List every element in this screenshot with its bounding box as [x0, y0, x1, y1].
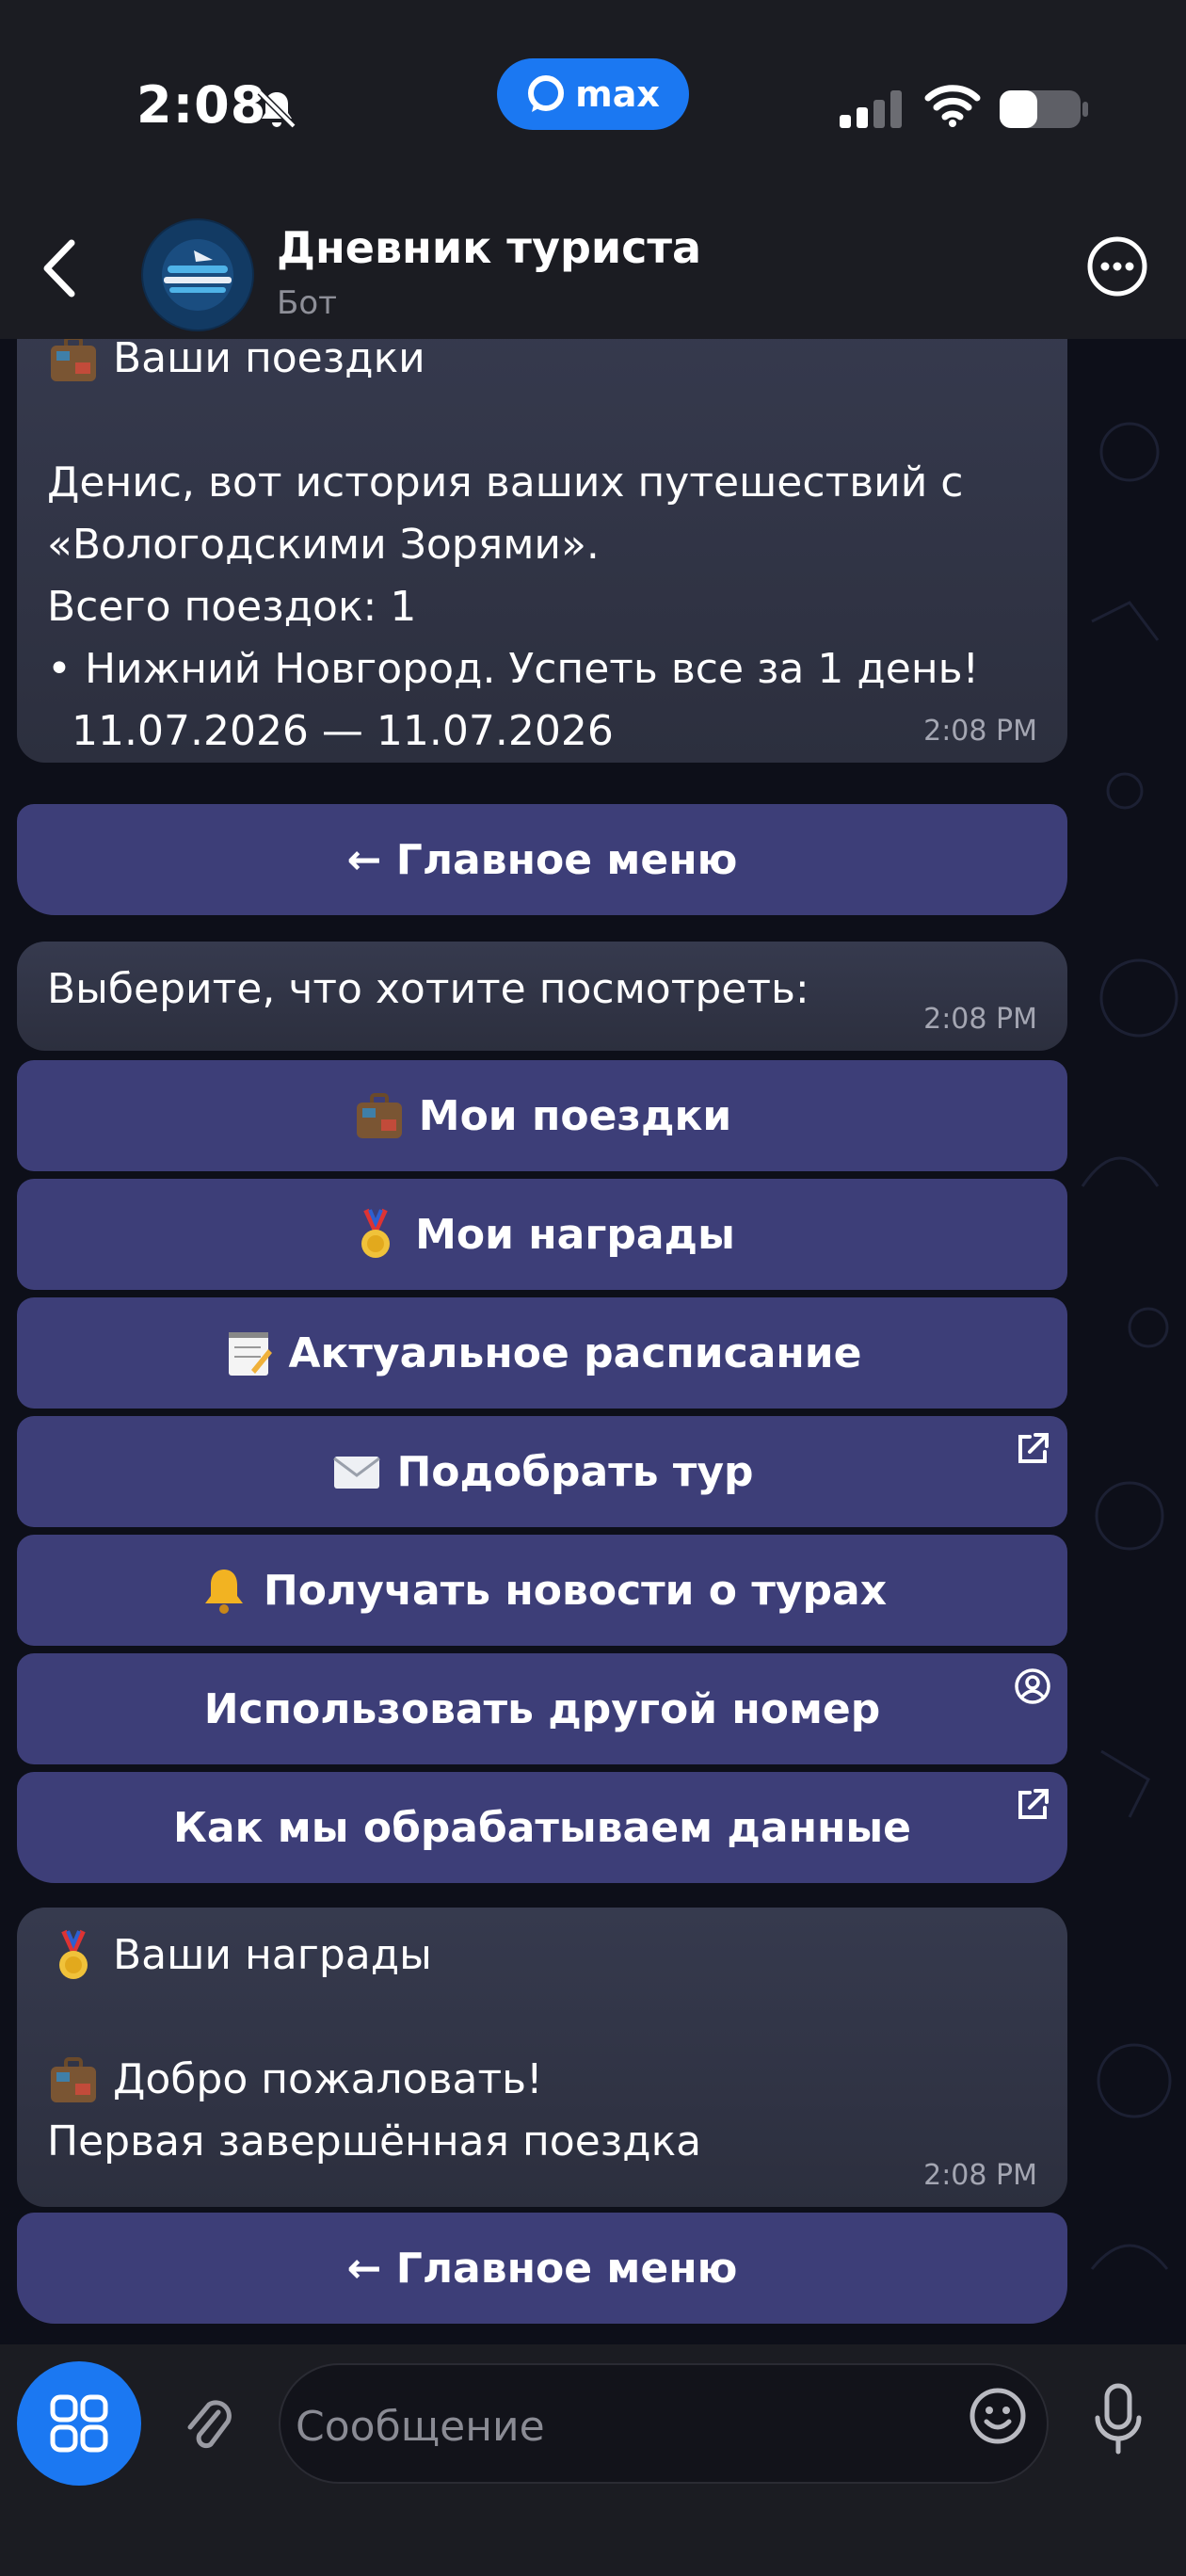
suitcase-icon	[51, 339, 96, 381]
message-text: Выберите, что хотите посмотреть:	[47, 965, 809, 1013]
max-logo-icon	[528, 75, 565, 112]
medal-icon	[361, 1208, 391, 1258]
back-arrow-icon[interactable]	[34, 235, 83, 301]
more-options-icon[interactable]	[1086, 235, 1148, 298]
status-time: 2:08	[136, 75, 267, 135]
notepad-icon	[228, 1332, 272, 1376]
message-bubble-awards: Ваши награды Добро пожаловать! Первая за…	[17, 1908, 1067, 2207]
suitcase-icon	[356, 1093, 402, 1138]
max-app-label: max	[575, 73, 660, 115]
tour-news-button[interactable]: Получать новости о турах	[17, 1535, 1067, 1646]
message-heading: Ваши поездки	[113, 339, 425, 382]
my-awards-label: Мои награды	[415, 1210, 735, 1259]
microphone-icon[interactable]	[1090, 2382, 1146, 2457]
award-description: Первая завершённая поездка	[47, 2117, 702, 2165]
award-title: Добро пожаловать!	[113, 2055, 543, 2103]
message-heading: Ваши награды	[113, 1931, 432, 1979]
data-processing-label: Как мы обрабатываем данные	[172, 1803, 912, 1852]
envelope-icon	[333, 1457, 381, 1489]
battery-icon	[1000, 90, 1088, 128]
message-input-placeholder: Сообщение	[296, 2403, 545, 2451]
external-link-icon	[1018, 1433, 1049, 1463]
chat-title: Дневник туриста	[277, 222, 702, 273]
schedule-label: Актуальное расписание	[288, 1328, 862, 1377]
message-composer: Сообщение	[0, 2344, 1186, 2576]
medal-icon	[59, 1929, 88, 1979]
tour-news-label: Получать новости о турах	[263, 1566, 888, 1615]
external-link-icon	[1018, 1789, 1049, 1819]
wifi-icon	[924, 85, 981, 127]
message-line: Денис, вот история ваших путешествий с	[47, 459, 964, 507]
attach-clip-icon[interactable]	[181, 2391, 237, 2457]
other-number-label: Использовать другой номер	[203, 1684, 881, 1733]
bell-off-icon	[257, 89, 296, 129]
other-number-button[interactable]: Использовать другой номер	[17, 1653, 1067, 1764]
suitcase-icon	[51, 2057, 96, 2102]
my-awards-button[interactable]: Мои награды	[17, 1179, 1067, 1290]
my-trips-label: Мои поездки	[418, 1091, 732, 1140]
main-menu-label: ← Главное меню	[346, 2244, 738, 2293]
message-time: 2:08 PM	[923, 715, 1037, 748]
chat-area[interactable]: Ваши поездки Денис, вот история ваших пу…	[0, 339, 1186, 2344]
message-time: 2:08 PM	[923, 1003, 1037, 1036]
bot-avatar[interactable]	[141, 218, 254, 331]
chat-subtitle: Бот	[277, 284, 337, 322]
main-menu-button[interactable]: ← Главное меню	[17, 2213, 1067, 2324]
message-line: Всего поездок: 1	[47, 583, 417, 631]
contact-icon	[1015, 1668, 1050, 1704]
message-line: • Нижний Новгород. Успеть все за 1 день!	[47, 645, 980, 693]
signal-icon	[840, 90, 902, 128]
schedule-button[interactable]: Актуальное расписание	[17, 1297, 1067, 1409]
message-bubble-choose: Выберите, что хотите посмотреть: 2:08 PM	[17, 942, 1067, 1051]
chat-header: Дневник туриста Бот	[0, 198, 1186, 339]
emoji-icon[interactable]	[968, 2386, 1028, 2446]
apps-button[interactable]	[17, 2361, 141, 2486]
choose-tour-label: Подобрать тур	[396, 1447, 754, 1496]
main-menu-button[interactable]: ← Главное меню	[17, 804, 1067, 915]
message-time: 2:08 PM	[923, 2159, 1037, 2192]
choose-tour-button[interactable]: Подобрать тур	[17, 1416, 1067, 1527]
message-line: «Вологодскими Зорями».	[47, 521, 600, 569]
bot-logo-icon	[143, 220, 252, 330]
my-trips-button[interactable]: Мои поездки	[17, 1060, 1067, 1171]
message-input[interactable]: Сообщение	[279, 2363, 1049, 2484]
max-app-badge[interactable]: max	[497, 58, 689, 130]
main-menu-label: ← Главное меню	[346, 835, 738, 884]
apps-grid-icon	[50, 2394, 108, 2453]
data-processing-button[interactable]: Как мы обрабатываем данные	[17, 1772, 1067, 1883]
bell-icon	[204, 1570, 243, 1614]
message-line: 11.07.2026 — 11.07.2026	[72, 707, 614, 755]
status-bar: 2:08 max	[0, 0, 1186, 198]
message-bubble-trips: Ваши поездки Денис, вот история ваших пу…	[17, 339, 1067, 763]
